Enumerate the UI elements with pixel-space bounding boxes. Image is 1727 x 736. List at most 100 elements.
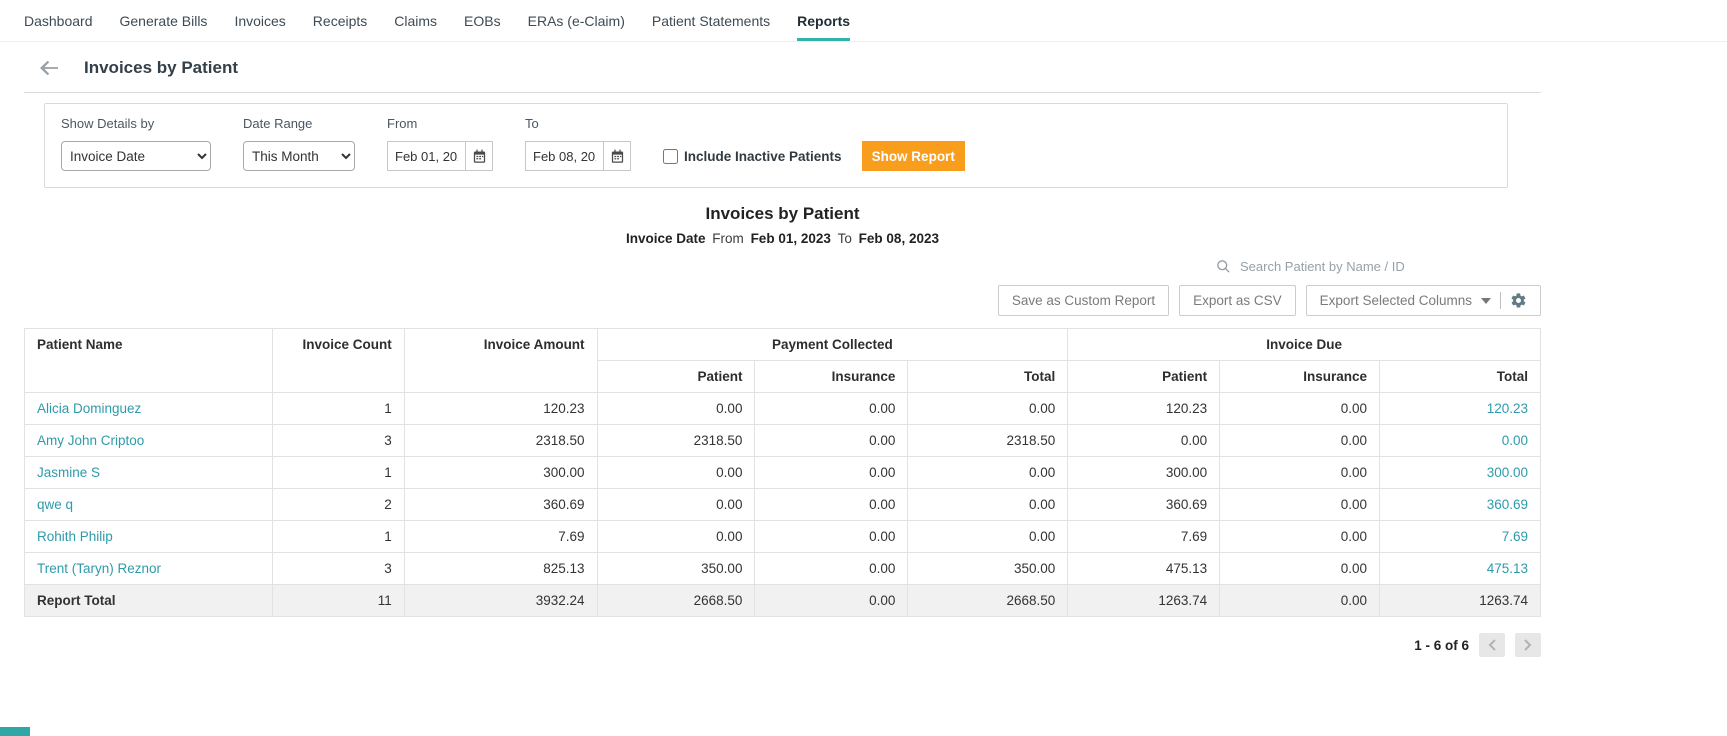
pagination-next-button[interactable] [1515,633,1541,657]
payment-patient-cell: 0.00 [596,456,756,489]
report-total-label: Report Total [24,584,273,617]
calendar-icon [472,149,487,164]
patient-name-cell: Trent (Taryn) Reznor [24,552,273,585]
due-total-cell: 475.13 [1379,552,1541,585]
export-selected-columns-button[interactable]: Export Selected Columns [1305,285,1541,316]
due-patient-cell: 7.69 [1067,520,1221,553]
due-total-link[interactable]: 475.13 [1487,561,1528,576]
from-label: From [387,116,418,131]
nav-item-receipts[interactable]: Receipts [313,0,367,41]
report-to-date: Feb 08, 2023 [858,231,939,246]
total-due-insurance: 0.00 [1219,584,1381,617]
payment-patient-cell: 0.00 [596,392,756,425]
date-range-select[interactable]: This Month [243,141,355,171]
pagination-prev-button[interactable] [1479,633,1505,657]
due-total-cell: 360.69 [1379,488,1541,521]
nav-item-eobs[interactable]: EOBs [464,0,501,41]
payment-patient-cell: 350.00 [596,552,756,585]
due-total-cell: 300.00 [1379,456,1541,489]
payment-insurance-cell: 0.00 [754,488,909,521]
nav-item-patient-statements[interactable]: Patient Statements [652,0,770,41]
invoice-amount-cell: 360.69 [403,488,598,521]
payment-patient-cell: 2318.50 [596,424,756,457]
due-total-link[interactable]: 0.00 [1502,433,1528,448]
search-row [24,258,1541,275]
due-total-link[interactable]: 360.69 [1487,497,1528,512]
invoice-amount-cell: 2318.50 [403,424,598,457]
due-total-link[interactable]: 120.23 [1487,401,1528,416]
to-date-input[interactable] [525,141,603,171]
due-total-link[interactable]: 7.69 [1502,529,1528,544]
from-date-group: From [387,116,493,171]
patient-name-link[interactable]: Trent (Taryn) Reznor [37,561,161,576]
col-header-due-patient: Patient [1067,360,1221,393]
invoice-count-cell: 2 [271,488,405,521]
patient-row: Amy John Criptoo 3 2318.50 2318.50 0.00 2318.… [24,424,1541,457]
payment-insurance-cell: 0.00 [754,424,909,457]
to-calendar-button[interactable] [603,141,631,171]
report-head: Invoices by Patient Invoice Date From Fe… [24,204,1541,246]
nav-item-generate-bills[interactable]: Generate Bills [120,0,208,41]
table-body: Alicia Dominguez 1 120.23 0.00 0.00 0.00 120.2… [24,392,1541,585]
payment-insurance-cell: 0.00 [754,520,909,553]
table-header: Patient Name Invoice Count Invoice Amoun… [24,328,1541,393]
patient-name-link[interactable]: qwe q [37,497,73,512]
report-from-date: Feb 01, 2023 [750,231,831,246]
export-as-csv-button[interactable]: Export as CSV [1179,285,1296,316]
patient-name-cell: Jasmine S [24,456,273,489]
patient-row: qwe q 2 360.69 0.00 0.00 0.00 360.69 0.00 360.69 [24,488,1541,521]
report-meta-label: Invoice Date [626,231,706,246]
invoice-count-cell: 1 [271,456,405,489]
actions-row: Save as Custom Report Export as CSV Expo… [24,285,1541,316]
invoice-count-cell: 3 [271,424,405,457]
patient-name-link[interactable]: Amy John Criptoo [37,433,144,448]
date-range-label: Date Range [243,116,313,131]
col-group-payment-collected: Payment Collected [596,328,1069,361]
main-content: Invoices by Patient Show Details by Invo… [24,42,1541,657]
patient-name-cell: qwe q [24,488,273,521]
include-inactive-label: Include Inactive Patients [684,149,842,164]
payment-patient-cell: 0.00 [596,488,756,521]
nav-item-dashboard[interactable]: Dashboard [24,0,93,41]
chat-widget-tab[interactable] [0,727,30,736]
col-header-invoice-amount: Invoice Amount [403,328,598,393]
show-report-button[interactable]: Show Report [861,141,965,171]
back-arrow-icon[interactable] [38,57,60,79]
patient-name-link[interactable]: Alicia Dominguez [37,401,141,416]
due-total-link[interactable]: 300.00 [1487,465,1528,480]
patient-name-link[interactable]: Rohith Philip [37,529,113,544]
due-insurance-cell: 0.00 [1219,520,1381,553]
from-calendar-button[interactable] [465,141,493,171]
invoice-count-cell: 1 [271,392,405,425]
include-inactive-group: Include Inactive Patients [663,149,842,171]
report-to-word: To [837,231,852,246]
nav-item-claims[interactable]: Claims [394,0,437,41]
invoice-count-cell: 1 [271,520,405,553]
include-inactive-checkbox[interactable] [663,149,678,164]
total-payment-patient: 2668.50 [596,584,756,617]
report-title: Invoices by Patient [705,204,860,223]
from-date-input[interactable] [387,141,465,171]
invoice-amount-cell: 825.13 [403,552,598,585]
due-insurance-cell: 0.00 [1219,552,1381,585]
col-header-payment-total: Total [907,360,1069,393]
nav-item-invoices[interactable]: Invoices [234,0,285,41]
patient-row: Rohith Philip 1 7.69 0.00 0.00 0.00 7.69 0.00 7.… [24,520,1541,553]
report-from-word: From [712,231,744,246]
nav-item-eras-e-claim[interactable]: ERAs (e-Claim) [528,0,625,41]
col-group-invoice-due: Invoice Due [1067,328,1541,361]
nav-item-reports[interactable]: Reports [797,0,851,41]
button-divider [1500,292,1501,309]
report-subtitle: Invoice Date From Feb 01, 2023 To Feb 08… [24,231,1541,246]
patient-name-link[interactable]: Jasmine S [37,465,100,480]
search-input[interactable] [1238,258,1423,275]
payment-total-cell: 0.00 [907,488,1069,521]
total-payment-insurance: 0.00 [754,584,909,617]
gear-icon[interactable] [1510,292,1527,309]
pagination: 1 - 6 of 6 [24,633,1541,657]
payment-insurance-cell: 0.00 [754,456,909,489]
show-details-by-select[interactable]: Invoice Date [61,141,211,171]
patient-name-cell: Alicia Dominguez [24,392,273,425]
save-as-custom-report-button[interactable]: Save as Custom Report [997,285,1170,316]
invoice-amount-cell: 300.00 [403,456,598,489]
